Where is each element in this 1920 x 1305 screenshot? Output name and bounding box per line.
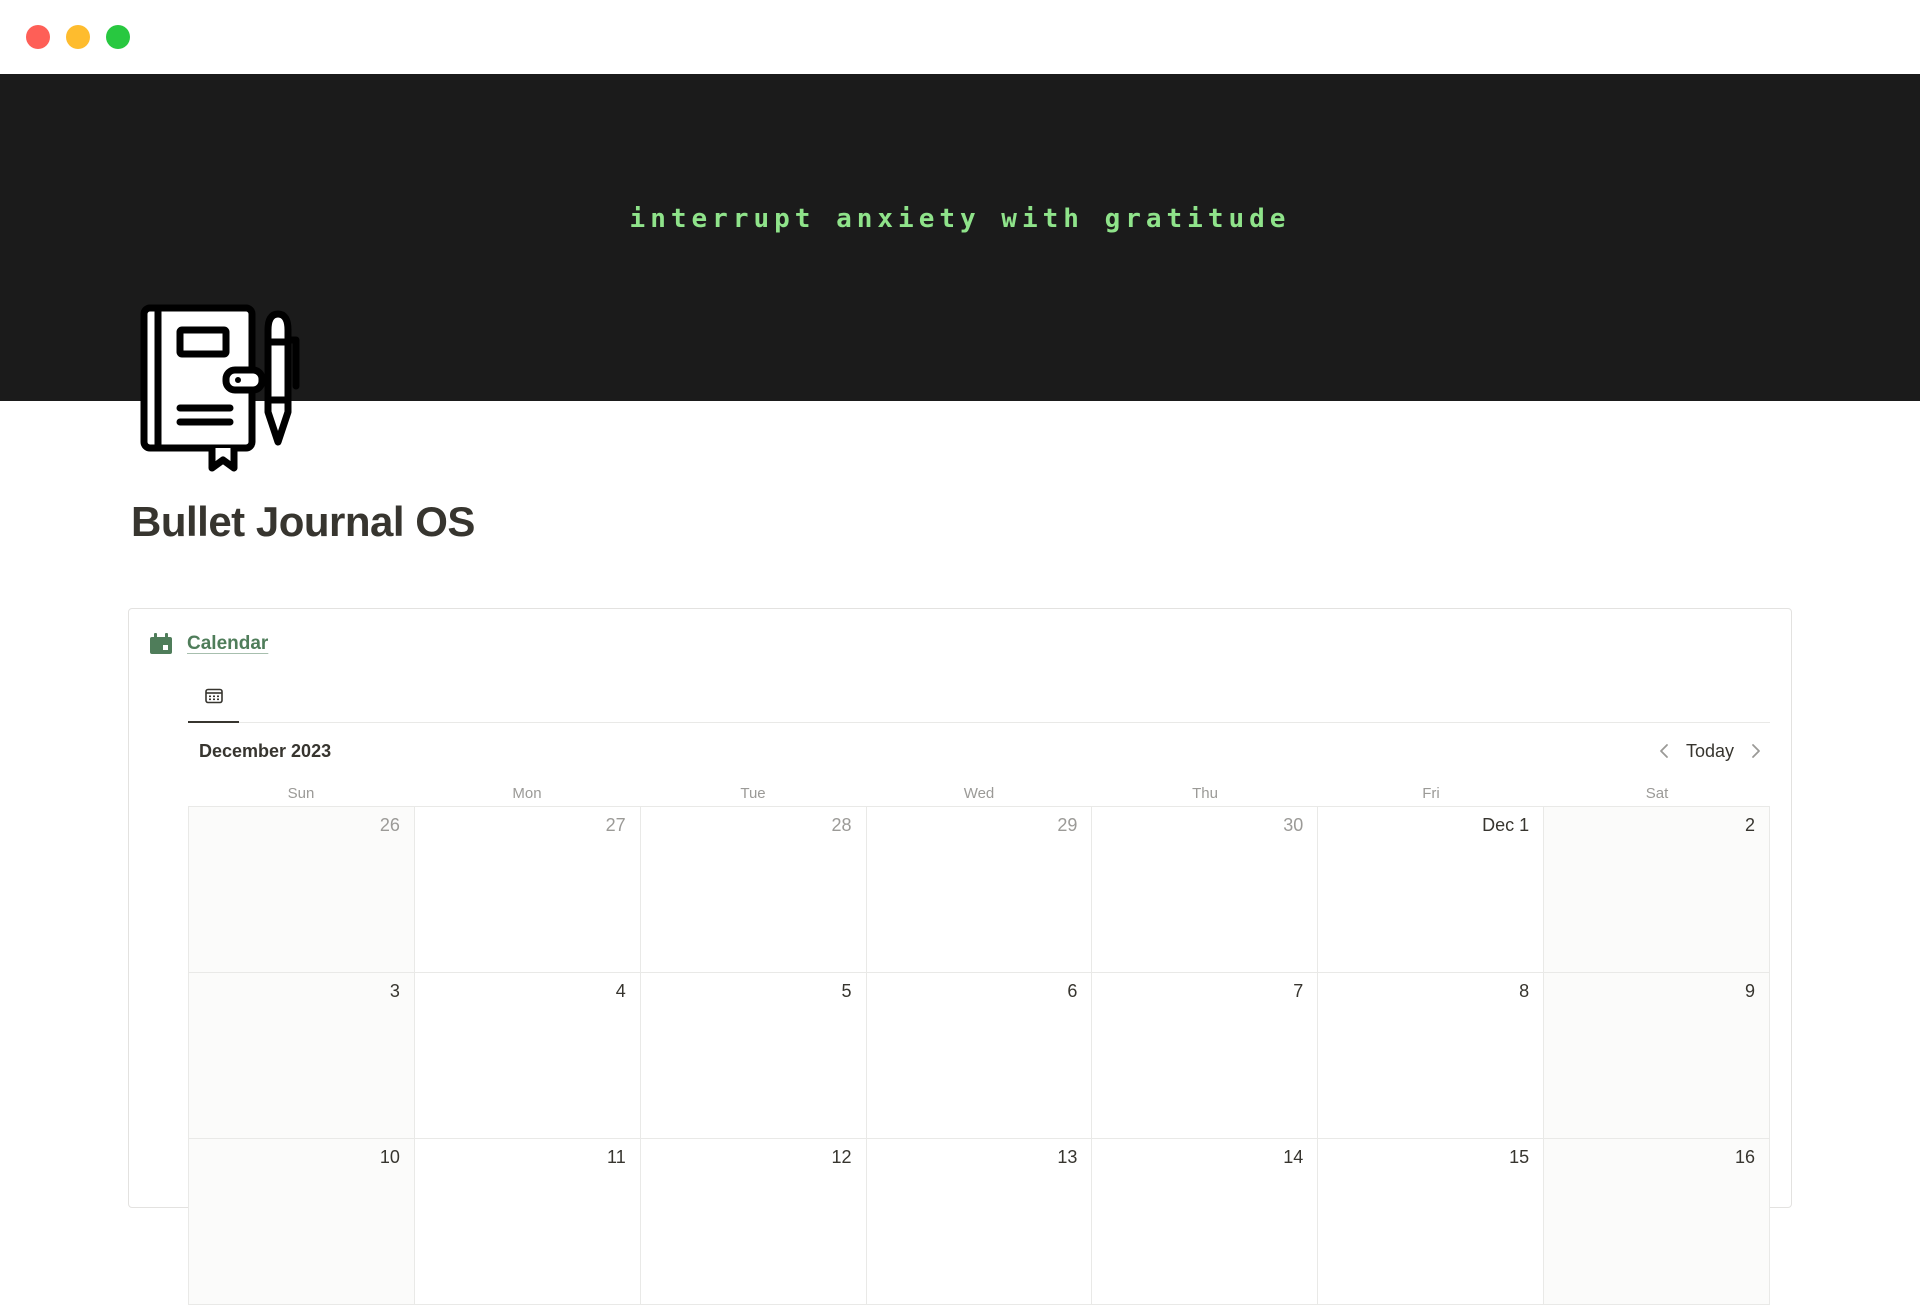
day-cell[interactable]: 13: [866, 1139, 1093, 1305]
day-cell[interactable]: 3: [189, 973, 415, 1139]
day-number: 3: [389, 981, 400, 1001]
day-number: 30: [1283, 815, 1304, 835]
day-cell[interactable]: 15: [1318, 1139, 1545, 1305]
day-cell[interactable]: 5: [640, 973, 867, 1139]
calendar-icon: [149, 633, 173, 655]
day-number: 7: [1293, 981, 1304, 1001]
window-close-button[interactable]: [26, 25, 50, 49]
day-cell[interactable]: 12: [640, 1139, 867, 1305]
chevron-left-icon[interactable]: [1650, 735, 1678, 767]
day-cell[interactable]: 6: [866, 973, 1093, 1139]
calendar-database: Calendar December 2023 Today Sun Mon Tue…: [128, 608, 1792, 1305]
day-cell[interactable]: 11: [414, 1139, 641, 1305]
calendar-nav: Today: [1650, 735, 1770, 767]
day-cell[interactable]: 14: [1092, 1139, 1319, 1305]
chevron-right-icon[interactable]: [1742, 735, 1770, 767]
day-number: 28: [831, 815, 852, 835]
day-number: 2: [1744, 815, 1755, 835]
day-number: Dec 1: [1482, 815, 1530, 835]
day-number: 15: [1509, 1147, 1530, 1167]
database-header: Calendar: [149, 633, 268, 655]
day-number: 26: [379, 815, 400, 835]
day-number: 14: [1283, 1147, 1304, 1167]
day-number: 27: [605, 815, 626, 835]
day-number: 13: [1057, 1147, 1078, 1167]
day-cell[interactable]: 2: [1544, 807, 1770, 973]
tab-calendar-view[interactable]: [188, 675, 239, 723]
day-cell[interactable]: 28: [640, 807, 867, 973]
day-cell[interactable]: 4: [414, 973, 641, 1139]
day-cell[interactable]: 26: [189, 807, 415, 973]
view-tabs: [188, 675, 1770, 723]
day-number: 29: [1057, 815, 1078, 835]
calendar-grid: 26 27 28 29 30 Dec 1 2 3 4 5 6 7 8 9 10 …: [188, 806, 1770, 1305]
window-titlebar: [0, 0, 1920, 74]
day-cell[interactable]: 8: [1318, 973, 1545, 1139]
day-number: 12: [831, 1147, 852, 1167]
day-number: 16: [1734, 1147, 1755, 1167]
cover-text: interrupt anxiety with gratitude: [629, 204, 1291, 234]
month-label: December 2023: [199, 741, 332, 761]
calendar-view-icon: [204, 688, 223, 709]
month-bar: December 2023 Today: [188, 731, 1770, 771]
today-button[interactable]: Today: [1678, 735, 1742, 767]
day-cell[interactable]: 30: [1092, 807, 1319, 973]
day-number: 11: [607, 1147, 626, 1167]
day-cell[interactable]: 29: [866, 807, 1093, 973]
day-number: 5: [841, 981, 852, 1001]
day-number: 6: [1067, 981, 1078, 1001]
day-cell[interactable]: 16: [1544, 1139, 1770, 1305]
day-cell[interactable]: 7: [1092, 973, 1319, 1139]
page-title: Bullet Journal OS: [131, 498, 475, 545]
day-number: 4: [615, 981, 626, 1001]
window-maximize-button[interactable]: [106, 25, 130, 49]
day-number: 9: [1744, 981, 1755, 1001]
day-number: 10: [379, 1147, 400, 1167]
day-number: 8: [1519, 981, 1530, 1001]
day-cell[interactable]: 10: [189, 1139, 415, 1305]
day-cell[interactable]: Dec 1: [1318, 807, 1545, 973]
window-minimize-button[interactable]: [66, 25, 90, 49]
database-title-link[interactable]: Calendar: [187, 633, 268, 655]
bullet-journal-notebook-pen-icon[interactable]: [136, 300, 316, 475]
day-cell[interactable]: 27: [414, 807, 641, 973]
day-cell[interactable]: 9: [1544, 973, 1770, 1139]
